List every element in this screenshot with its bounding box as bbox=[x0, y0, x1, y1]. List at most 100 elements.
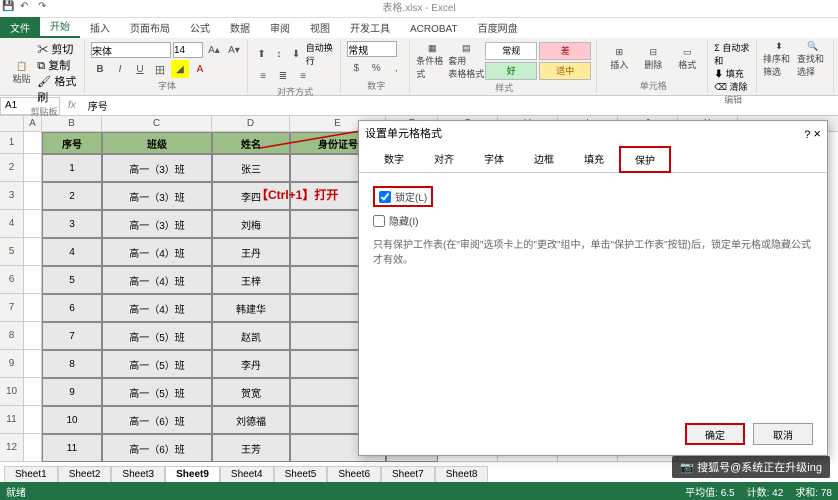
th-name[interactable]: 姓名 bbox=[212, 132, 290, 154]
row-header-11[interactable]: 11 bbox=[0, 406, 24, 434]
cell-seq[interactable]: 1 bbox=[42, 154, 102, 182]
delete-cells-button[interactable]: ⊟删除 bbox=[637, 41, 669, 77]
tab-view[interactable]: 视图 bbox=[300, 17, 340, 38]
dlg-tab-font[interactable]: 字体 bbox=[469, 146, 519, 173]
cell-seq[interactable]: 11 bbox=[42, 434, 102, 462]
tab-home[interactable]: 开始 bbox=[40, 15, 80, 38]
bold-button[interactable]: B bbox=[91, 60, 109, 78]
number-format-select[interactable] bbox=[347, 41, 397, 57]
hide-checkbox[interactable] bbox=[373, 215, 385, 227]
cell-class[interactable]: 高一（3）班 bbox=[102, 210, 212, 238]
col-header-C[interactable]: C bbox=[102, 116, 212, 131]
sheet-tab-1[interactable]: Sheet1 bbox=[4, 466, 58, 482]
cut-button[interactable]: ✂ 剪切 bbox=[37, 41, 73, 57]
dialog-close-button[interactable]: × bbox=[813, 126, 821, 141]
dlg-tab-align[interactable]: 对齐 bbox=[419, 146, 469, 173]
qat-undo[interactable]: ↶ bbox=[20, 1, 34, 15]
cancel-button[interactable]: 取消 bbox=[753, 423, 813, 445]
cell-seq[interactable]: 10 bbox=[42, 406, 102, 434]
cell-class[interactable]: 高一（5）班 bbox=[102, 378, 212, 406]
tab-file[interactable]: 文件 bbox=[0, 17, 40, 38]
sheet-tab-4[interactable]: Sheet4 bbox=[220, 466, 274, 482]
format-cells-button[interactable]: ▭格式 bbox=[671, 41, 703, 77]
cell-seq[interactable]: 8 bbox=[42, 350, 102, 378]
italic-button[interactable]: I bbox=[111, 60, 129, 78]
sort-filter-button[interactable]: ⬍排序和筛选 bbox=[763, 41, 795, 77]
qat-redo[interactable]: ↷ bbox=[38, 1, 52, 15]
row-header-5[interactable]: 5 bbox=[0, 238, 24, 266]
sheet-tab-9[interactable]: Sheet9 bbox=[165, 466, 220, 482]
sheet-tab-5[interactable]: Sheet5 bbox=[274, 466, 328, 482]
cell-class[interactable]: 高一（3）班 bbox=[102, 154, 212, 182]
sheet-tab-2[interactable]: Sheet2 bbox=[58, 466, 112, 482]
cell-class[interactable]: 高一（3）班 bbox=[102, 182, 212, 210]
cell-name[interactable]: 张三 bbox=[212, 154, 290, 182]
tab-data[interactable]: 数据 bbox=[220, 17, 260, 38]
sheet-tab-8[interactable]: Sheet8 bbox=[435, 466, 489, 482]
cell-seq[interactable]: 2 bbox=[42, 182, 102, 210]
comma-icon[interactable]: , bbox=[387, 59, 405, 77]
col-header-B[interactable]: B bbox=[42, 116, 102, 131]
dlg-tab-protect[interactable]: 保护 bbox=[619, 146, 671, 173]
row-header-2[interactable]: 2 bbox=[0, 154, 24, 182]
cell-name[interactable]: 刘梅 bbox=[212, 210, 290, 238]
dlg-tab-fill[interactable]: 填充 bbox=[569, 146, 619, 173]
align-center-icon[interactable]: ≣ bbox=[274, 67, 292, 85]
format-painter-button[interactable]: 🖌 格式刷 bbox=[37, 73, 80, 105]
cell-seq[interactable]: 4 bbox=[42, 238, 102, 266]
tab-layout[interactable]: 页面布局 bbox=[120, 17, 180, 38]
row-header-10[interactable]: 10 bbox=[0, 378, 24, 406]
tab-insert[interactable]: 插入 bbox=[80, 17, 120, 38]
cell-name[interactable]: 王梓 bbox=[212, 266, 290, 294]
cell-name[interactable]: 李四 bbox=[212, 182, 290, 210]
underline-button[interactable]: U bbox=[131, 60, 149, 78]
font-name-select[interactable] bbox=[91, 42, 171, 58]
tab-developer[interactable]: 开发工具 bbox=[340, 17, 400, 38]
copy-button[interactable]: ⧉ 复制 bbox=[37, 57, 70, 73]
lock-checkbox[interactable] bbox=[379, 191, 391, 203]
cond-format-button[interactable]: ▦条件格式 bbox=[416, 43, 448, 79]
percent-icon[interactable]: % bbox=[367, 59, 385, 77]
col-header-D[interactable]: D bbox=[212, 116, 290, 131]
style-neutral[interactable]: 适中 bbox=[539, 62, 591, 80]
tab-acrobat[interactable]: ACROBAT bbox=[400, 21, 468, 38]
row-header-1[interactable]: 1 bbox=[0, 132, 24, 154]
cell-name[interactable]: 王芳 bbox=[212, 434, 290, 462]
select-all-corner[interactable] bbox=[0, 116, 24, 131]
border-button[interactable]: 田 bbox=[151, 60, 169, 78]
align-bottom-icon[interactable]: ⬇ bbox=[288, 45, 303, 63]
table-format-button[interactable]: ▤套用 表格格式 bbox=[450, 43, 482, 79]
increase-font-icon[interactable]: A▴ bbox=[205, 41, 223, 59]
cell-class[interactable]: 高一（4）班 bbox=[102, 238, 212, 266]
col-header-A[interactable]: A bbox=[24, 116, 42, 131]
style-normal[interactable]: 常规 bbox=[485, 42, 537, 60]
cell-class[interactable]: 高一（4）班 bbox=[102, 294, 212, 322]
clear-button[interactable]: ⌫ 清除 bbox=[714, 82, 747, 92]
cell-name[interactable]: 韩建华 bbox=[212, 294, 290, 322]
cell-seq[interactable]: 6 bbox=[42, 294, 102, 322]
cell-class[interactable]: 高一（6）班 bbox=[102, 406, 212, 434]
cell-seq[interactable]: 7 bbox=[42, 322, 102, 350]
decrease-font-icon[interactable]: A▾ bbox=[225, 41, 243, 59]
cell-seq[interactable]: 5 bbox=[42, 266, 102, 294]
autosum-button[interactable]: Σ 自动求和 bbox=[714, 43, 749, 66]
cell-class[interactable]: 高一（4）班 bbox=[102, 266, 212, 294]
cell-class[interactable]: 高一（5）班 bbox=[102, 322, 212, 350]
row-header-12[interactable]: 12 bbox=[0, 434, 24, 462]
tab-formulas[interactable]: 公式 bbox=[180, 17, 220, 38]
insert-cells-button[interactable]: ⊞插入 bbox=[603, 41, 635, 77]
style-good[interactable]: 好 bbox=[485, 62, 537, 80]
tab-review[interactable]: 审阅 bbox=[260, 17, 300, 38]
ok-button[interactable]: 确定 bbox=[685, 423, 745, 445]
th-class[interactable]: 班级 bbox=[102, 132, 212, 154]
cell-name[interactable]: 赵凯 bbox=[212, 322, 290, 350]
align-right-icon[interactable]: ≡ bbox=[294, 67, 312, 85]
cell-class[interactable]: 高一（5）班 bbox=[102, 350, 212, 378]
cell-seq[interactable]: 3 bbox=[42, 210, 102, 238]
row-header-8[interactable]: 8 bbox=[0, 322, 24, 350]
row-header-7[interactable]: 7 bbox=[0, 294, 24, 322]
font-color-button[interactable]: A bbox=[191, 60, 209, 78]
find-select-button[interactable]: 🔍查找和选择 bbox=[797, 41, 829, 77]
sheet-tab-7[interactable]: Sheet7 bbox=[381, 466, 435, 482]
cell-name[interactable]: 王丹 bbox=[212, 238, 290, 266]
